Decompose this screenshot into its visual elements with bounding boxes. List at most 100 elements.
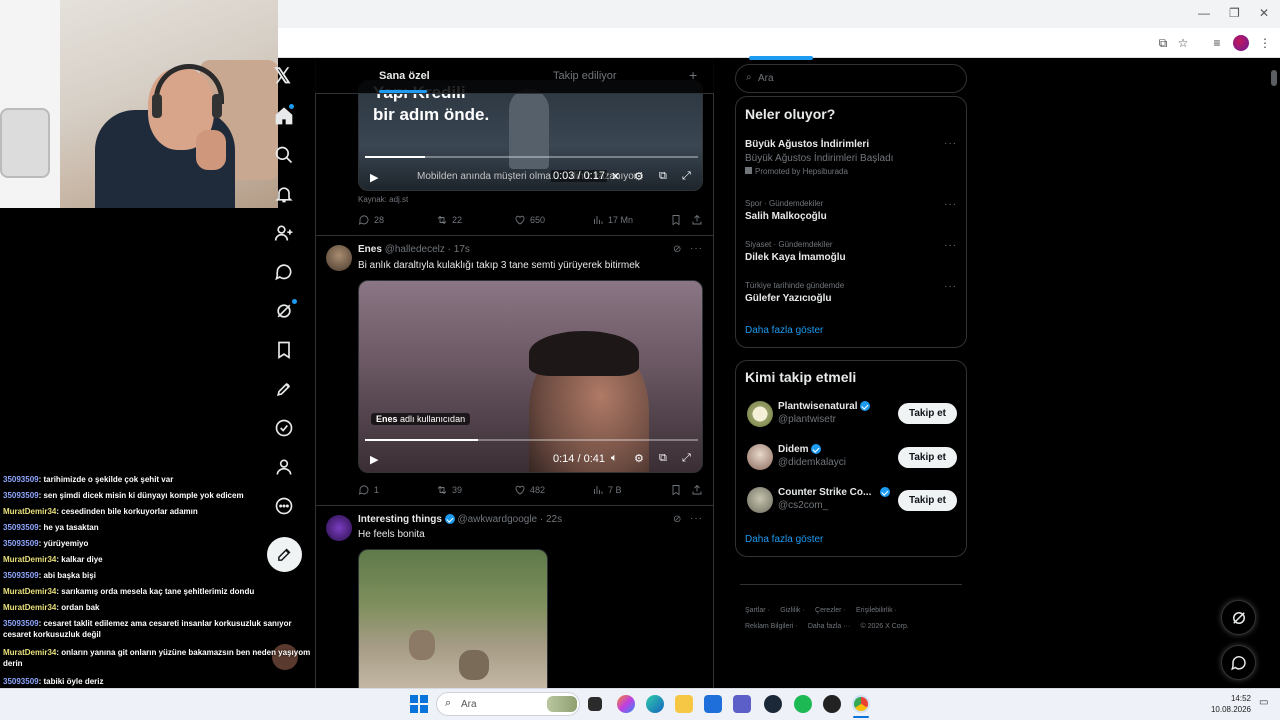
follow-button[interactable]: Takip et	[898, 490, 957, 511]
tweet-author-name[interactable]: Enes	[358, 244, 382, 255]
chat-username[interactable]: 35093509	[3, 539, 39, 548]
suggested-account[interactable]: Plantwisenatural @plantwisetr	[778, 401, 871, 425]
ad-video-player[interactable]: Yapı Kredili bir adım önde. ▶ Mobilden a…	[358, 80, 703, 191]
teams-icon[interactable]	[733, 695, 751, 713]
suggested-account[interactable]: Counter Strike Co... @cs2com_	[778, 487, 891, 511]
chat-username[interactable]: 35093509	[3, 571, 39, 580]
restore-button[interactable]: ❐	[1229, 6, 1240, 20]
tweet-avatar[interactable]	[326, 245, 352, 271]
reading-list-icon[interactable]: ≡	[1209, 35, 1225, 51]
video-source-badge[interactable]: Enes adlı kullanıcıdan	[371, 413, 471, 425]
browser-menu-icon[interactable]: ⋮	[1257, 35, 1273, 51]
footer-more[interactable]: Daha fazla ···	[808, 623, 850, 630]
tweet-video-player[interactable]: Enes adlı kullanıcıdan ▶ 0:14 / 0:41 🔈︎ …	[358, 280, 703, 473]
trend-more-icon[interactable]: ···	[944, 138, 957, 149]
ad-repost-button[interactable]: 22	[436, 214, 462, 226]
jobs-rocket-icon[interactable]	[274, 379, 294, 399]
obs-icon[interactable]	[823, 695, 841, 713]
suggested-account[interactable]: Didem @didemkalayci	[778, 444, 846, 468]
tweet-image[interactable]	[358, 549, 548, 688]
footer-accessibility[interactable]: Erişilebilirlik	[856, 607, 893, 614]
close-window-button[interactable]: ✕	[1259, 6, 1269, 20]
trend-item[interactable]: Spor · Gündemdekiler Salih Malkoçoğlu	[745, 199, 945, 222]
grok-explain-icon[interactable]: ⊘	[673, 244, 681, 255]
ad-settings-icon[interactable]: ⚙	[634, 170, 644, 183]
steam-icon[interactable]	[764, 695, 782, 713]
tweet-more-icon[interactable]: ···	[690, 243, 703, 254]
ad-play-icon[interactable]: ▶	[370, 171, 378, 184]
taskbar-date[interactable]: 10.08.2026	[1207, 705, 1251, 714]
grok-fab-button[interactable]	[1221, 600, 1256, 635]
ad-like-button[interactable]: 650	[514, 214, 545, 226]
spotify-icon[interactable]	[794, 695, 812, 713]
edge-icon[interactable]	[646, 695, 664, 713]
grok-explain-icon[interactable]: ⊘	[673, 514, 681, 525]
add-tab-plus-icon[interactable]: +	[689, 67, 697, 83]
trend-item[interactable]: Büyük Ağustos İndirimleri Büyük Ağustos …	[745, 139, 960, 176]
footer-privacy[interactable]: Gizlilik	[780, 607, 800, 614]
trend-item[interactable]: Siyaset · Gündemdekiler Dilek Kaya İmamo…	[745, 240, 945, 263]
bookmark-star-icon[interactable]: ☆	[1175, 35, 1191, 51]
outlook-icon[interactable]	[704, 695, 722, 713]
trend-more-icon[interactable]: ···	[944, 240, 957, 251]
repost-button[interactable]: 39	[436, 484, 462, 496]
profile-avatar[interactable]	[1233, 35, 1249, 51]
chat-username[interactable]: MuratDemir34	[3, 587, 56, 596]
reply-button[interactable]: 1	[358, 484, 379, 496]
video-pip-icon[interactable]: ⧉	[659, 452, 667, 465]
chat-username[interactable]: 35093509	[3, 491, 39, 500]
windows-start-icon[interactable]	[410, 695, 428, 713]
home-icon[interactable]	[274, 106, 294, 126]
who-show-more-link[interactable]: Daha fazla göster	[745, 534, 823, 545]
address-bar-area[interactable]	[278, 28, 1280, 58]
notifications-bell-icon[interactable]	[274, 184, 294, 204]
ad-reply-button[interactable]: 28	[358, 214, 384, 226]
page-scrollbar[interactable]	[1271, 70, 1277, 86]
search-input[interactable]: ⌕ Ara	[735, 64, 967, 93]
suggested-avatar[interactable]	[747, 487, 773, 513]
taskbar-search-box[interactable]: ⌕ Ara	[436, 692, 580, 716]
chat-username[interactable]: 35093509	[3, 475, 39, 484]
bookmarks-icon[interactable]	[274, 340, 294, 360]
follow-people-icon[interactable]	[274, 223, 294, 243]
tweet-author-name[interactable]: Interesting things	[358, 514, 442, 525]
video-play-icon[interactable]: ▶	[370, 453, 378, 466]
tweet-avatar[interactable]	[326, 515, 352, 541]
trends-show-more-link[interactable]: Daha fazla göster	[745, 325, 823, 336]
video-volume-icon[interactable]: 🔈︎	[611, 452, 618, 465]
minimize-button[interactable]: —	[1198, 6, 1210, 20]
chrome-icon[interactable]	[852, 695, 870, 713]
trend-more-icon[interactable]: ···	[944, 281, 957, 292]
video-progress-bar[interactable]	[365, 439, 698, 441]
chat-username[interactable]: MuratDemir34	[3, 648, 56, 657]
chat-username[interactable]: 35093509	[3, 619, 39, 628]
x-logo-icon[interactable]: 𝕏	[274, 66, 296, 88]
ad-mute-icon[interactable]: ✕	[611, 170, 620, 183]
follow-button[interactable]: Takip et	[898, 403, 957, 424]
tweet-timestamp[interactable]: · 17s	[448, 244, 470, 255]
like-button[interactable]: 482	[514, 484, 545, 496]
install-app-icon[interactable]: ⧉	[1155, 35, 1171, 51]
tweet-timestamp[interactable]: · 22s	[540, 514, 562, 525]
share-button[interactable]	[691, 484, 703, 496]
chat-username[interactable]: MuratDemir34	[3, 555, 56, 564]
suggested-avatar[interactable]	[747, 401, 773, 427]
file-explorer-icon[interactable]	[675, 695, 693, 713]
messages-icon[interactable]	[274, 262, 294, 282]
tweet-more-icon[interactable]: ···	[690, 513, 703, 524]
chat-username[interactable]: MuratDemir34	[3, 507, 56, 516]
chat-username[interactable]: 35093509	[3, 677, 39, 686]
tab-following[interactable]: Takip ediliyor	[553, 70, 617, 82]
trend-more-icon[interactable]: ···	[944, 199, 957, 210]
suggested-avatar[interactable]	[747, 444, 773, 470]
tab-for-you[interactable]: Sana özel	[379, 70, 430, 82]
video-fullscreen-icon[interactable]: ⤢	[682, 452, 691, 465]
grok-icon[interactable]	[274, 301, 294, 321]
video-settings-icon[interactable]: ⚙	[634, 452, 644, 465]
task-view-icon[interactable]	[588, 697, 602, 711]
follow-button[interactable]: Takip et	[898, 447, 957, 468]
tweet-author-handle[interactable]: @halledecelz	[385, 244, 445, 255]
footer-terms[interactable]: Şartlar	[745, 607, 766, 614]
explore-search-icon[interactable]	[274, 145, 294, 165]
ad-progress-bar[interactable]	[365, 156, 698, 158]
